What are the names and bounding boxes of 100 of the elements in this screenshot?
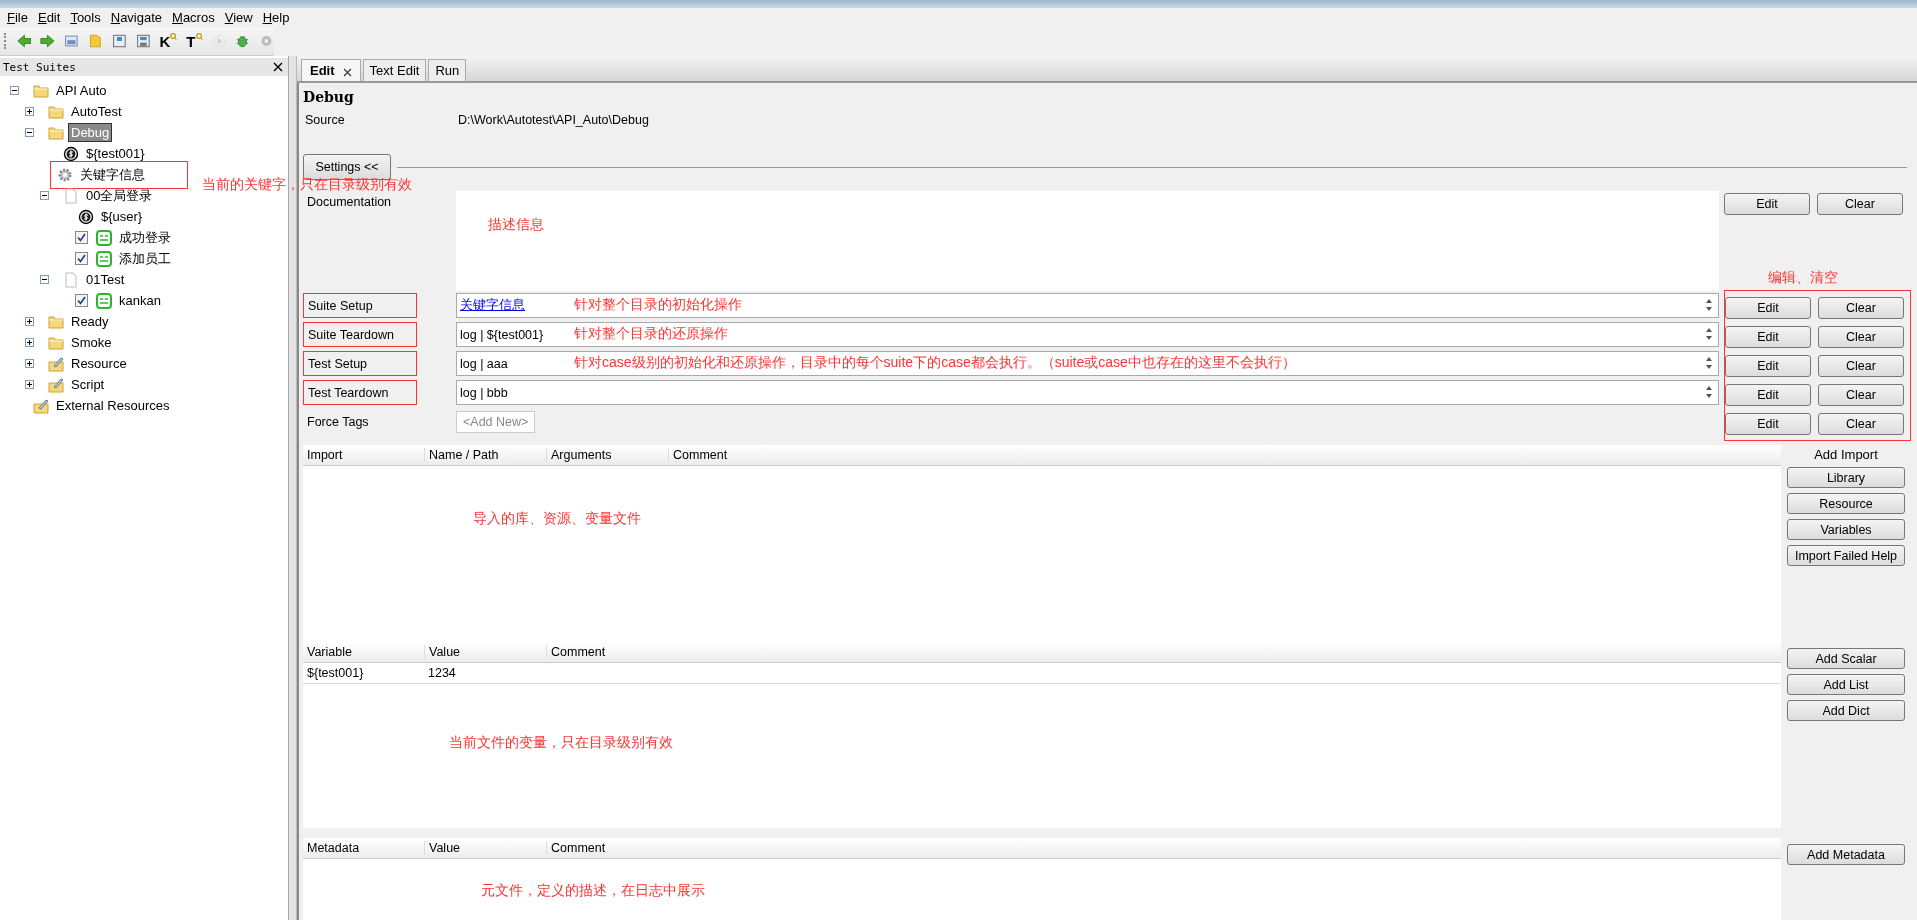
clear-button[interactable]: Clear — [1818, 412, 1904, 435]
tree-item[interactable]: External Resources — [54, 397, 172, 414]
tab[interactable]: Text Edit — [362, 59, 427, 81]
annotation-note: 描述信息 — [488, 216, 544, 232]
action-button[interactable]: Add Scalar — [1787, 648, 1905, 669]
resource-icon — [48, 376, 64, 393]
column-header[interactable]: Import — [303, 448, 425, 462]
tree-item[interactable]: Smoke — [69, 334, 114, 351]
tree-item[interactable]: Resource — [69, 355, 129, 372]
action-button[interactable]: Add Dict — [1787, 700, 1905, 721]
tree-item[interactable]: 00全局登录 — [84, 185, 155, 206]
setting-field[interactable]: log | ${test001} 针对整个目录的还原操作 — [456, 322, 1719, 347]
tree-item[interactable]: Script — [69, 376, 107, 393]
expand-icon[interactable] — [24, 317, 34, 326]
tree-item[interactable]: AutoTest — [69, 103, 124, 120]
close-icon[interactable] — [273, 62, 283, 72]
column-header[interactable]: Value — [425, 841, 547, 855]
column-header[interactable]: Comment — [669, 448, 790, 462]
menu-item[interactable]: Help — [259, 10, 297, 25]
setting-label: Documentation — [306, 195, 392, 209]
tree-item[interactable]: ${test001} — [84, 145, 147, 162]
annotation-note: 元文件，定义的描述，在日志中展示 — [481, 882, 705, 898]
table-cell-text: 1234 — [427, 666, 457, 680]
tree-item[interactable]: 01Test — [84, 271, 127, 288]
robot-icon — [96, 292, 112, 309]
setting-label: Suite Teardown — [307, 327, 394, 342]
expand-icon[interactable] — [24, 380, 34, 389]
forward-arrow-icon[interactable] — [40, 32, 56, 50]
robot-icon — [96, 250, 112, 267]
field-value: log | aaa — [460, 356, 508, 371]
column-header[interactable]: Comment — [547, 841, 668, 855]
tab[interactable]: Edit — [301, 59, 361, 81]
checkbox[interactable] — [75, 252, 88, 265]
column-header[interactable]: Variable — [303, 645, 425, 659]
folder-icon — [48, 334, 64, 351]
clear-button[interactable]: Clear — [1818, 354, 1904, 377]
action-button[interactable]: Import Failed Help — [1787, 545, 1905, 566]
tree-item[interactable]: API Auto — [54, 82, 109, 99]
menu-item[interactable]: Edit — [34, 10, 68, 25]
table-cell-text: ${test001} — [306, 666, 365, 680]
action-button[interactable]: Variables — [1787, 519, 1905, 540]
edit-button[interactable]: Edit — [1725, 325, 1811, 348]
expand-icon[interactable] — [24, 107, 34, 116]
setting-field[interactable]: log | aaa 针对case级别的初始化和还原操作，目录中的每个suite下的case都会执行。（suite或case中也存在的这里不会执行） — [456, 351, 1719, 376]
menu-item[interactable]: Macros — [169, 10, 222, 25]
clear-button[interactable]: Clear — [1818, 296, 1904, 319]
checkbox[interactable] — [75, 231, 88, 244]
folder-icon — [48, 313, 64, 330]
edit-button[interactable]: Edit — [1725, 354, 1811, 377]
tree-item[interactable]: Ready — [69, 313, 111, 330]
add-new-tag-button[interactable]: <Add New> — [456, 410, 536, 433]
collapse-icon[interactable] — [39, 191, 49, 200]
menu-item[interactable]: View — [221, 10, 260, 25]
tree-item[interactable]: 添加员工 — [117, 248, 173, 269]
column-header[interactable]: Arguments — [547, 448, 669, 462]
menu-item[interactable]: Tools — [67, 10, 108, 25]
clear-button[interactable]: Clear — [1818, 383, 1904, 406]
back-arrow-icon[interactable] — [16, 32, 32, 50]
suite-title: Debug — [303, 89, 355, 107]
column-header[interactable]: Value — [425, 645, 547, 659]
annotation-note: 针对整个目录的初始化操作 — [574, 296, 742, 312]
expand-icon[interactable] — [24, 359, 34, 368]
keyword-link[interactable]: 关键字信息 — [460, 297, 525, 314]
clear-button[interactable]: Clear — [1817, 193, 1903, 215]
expand-icon[interactable] — [24, 338, 34, 347]
collapse-icon[interactable] — [9, 86, 19, 95]
action-button[interactable]: Add Metadata — [1787, 844, 1905, 865]
tab[interactable]: Run — [428, 59, 467, 81]
close-icon[interactable] — [342, 68, 352, 77]
tree-item[interactable]: 关键字信息 — [78, 164, 147, 185]
collapse-icon[interactable] — [24, 128, 34, 137]
tree-item[interactable]: ${user} — [99, 208, 145, 225]
edit-button[interactable]: Edit — [1725, 296, 1811, 319]
column-header[interactable]: Name / Path — [425, 448, 547, 462]
search-button[interactable]: T — [186, 32, 203, 50]
edit-button[interactable]: Edit — [1725, 383, 1811, 406]
annotation-note: 针对整个目录的还原操作 — [574, 325, 728, 341]
column-header[interactable]: Metadata — [303, 841, 425, 855]
save-icon[interactable] — [111, 32, 127, 50]
search-button[interactable]: K — [159, 32, 178, 50]
checkbox[interactable] — [75, 294, 88, 307]
save-all-icon[interactable] — [135, 32, 151, 50]
tree-item[interactable]: 成功登录 — [117, 227, 173, 248]
action-button[interactable]: Library — [1787, 467, 1905, 488]
action-button[interactable]: Resource — [1787, 493, 1905, 514]
documentation-field[interactable]: 描述信息 — [456, 191, 1719, 291]
menu-item[interactable]: Navigate — [107, 10, 170, 25]
tree-item[interactable]: kankan — [117, 292, 163, 309]
folder-icon — [48, 124, 64, 141]
menu-item[interactable]: File — [4, 10, 35, 25]
collapse-icon[interactable] — [39, 275, 49, 284]
open-file-icon[interactable] — [64, 32, 80, 50]
clear-button[interactable]: Clear — [1818, 325, 1904, 348]
setting-field[interactable]: log | bbb — [456, 380, 1719, 405]
setting-field[interactable]: 关键字信息 针对整个目录的初始化操作 — [456, 293, 1719, 318]
column-header[interactable]: Comment — [547, 645, 668, 659]
action-button[interactable]: Add List — [1787, 674, 1905, 695]
source-path: D:\Work\Autotest\API_Auto\Debug — [458, 113, 649, 127]
edit-button[interactable]: Edit — [1724, 193, 1810, 215]
edit-button[interactable]: Edit — [1725, 412, 1811, 435]
